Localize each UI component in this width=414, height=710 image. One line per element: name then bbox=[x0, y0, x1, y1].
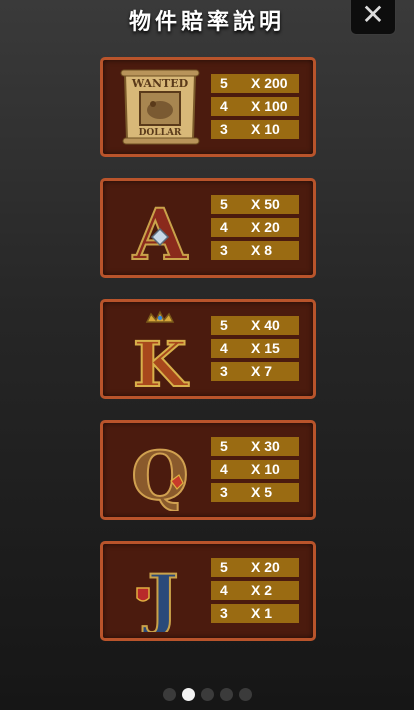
payout-table: 5 X 200 4 X 100 3 X 10 bbox=[211, 74, 299, 143]
close-icon: ✕ bbox=[361, 0, 385, 31]
payout-row: 5 X 50 bbox=[211, 195, 299, 214]
payout-count: 4 bbox=[220, 461, 228, 477]
payout-multiplier: X 50 bbox=[251, 196, 280, 212]
payout-row: 4 X 20 bbox=[211, 218, 299, 237]
payout-table: 5 X 40 4 X 15 3 X 7 bbox=[211, 316, 299, 385]
symbol-card-letter-a: A 5 X 50 4 X 20 3 X 8 bbox=[100, 178, 316, 278]
wanted-poster-icon: WANTED DOLLAR bbox=[120, 69, 200, 145]
payout-multiplier: X 30 bbox=[251, 438, 280, 454]
payout-multiplier: X 40 bbox=[251, 317, 280, 333]
page-dot-1[interactable] bbox=[162, 688, 176, 701]
payout-count: 4 bbox=[220, 219, 228, 235]
payout-multiplier: X 10 bbox=[251, 461, 280, 477]
payout-count: 4 bbox=[220, 340, 228, 356]
payout-count: 5 bbox=[220, 317, 228, 333]
letter-a-icon: A bbox=[131, 192, 190, 269]
payout-multiplier: X 7 bbox=[251, 363, 273, 379]
payout-count: 5 bbox=[220, 196, 228, 212]
symbol-card-wanted-poster: WANTED DOLLAR 5 X 200 4 X 100 3 X 10 bbox=[100, 57, 316, 157]
page-dot-5[interactable] bbox=[238, 688, 252, 701]
payout-multiplier: X 2 bbox=[251, 582, 273, 598]
payout-count: 3 bbox=[220, 605, 228, 621]
payout-count: 5 bbox=[220, 438, 228, 454]
payout-row: 5 X 200 bbox=[211, 74, 299, 93]
payout-row: 4 X 100 bbox=[211, 97, 299, 116]
payout-count: 3 bbox=[220, 484, 228, 500]
close-button[interactable]: ✕ bbox=[350, 0, 396, 35]
symbol-card-letter-k: K 5 X 40 4 X 15 3 X 7 bbox=[100, 299, 316, 399]
symbol-card-letter-q: Q 5 X 30 4 X 10 3 X 5 bbox=[100, 420, 316, 520]
payout-row: 4 X 2 bbox=[211, 581, 299, 600]
letter-k-glyph: K bbox=[133, 328, 189, 390]
payout-table: 5 X 30 4 X 10 3 X 5 bbox=[211, 437, 299, 506]
letter-q-icon: Q bbox=[130, 436, 190, 511]
payout-row: 5 X 30 bbox=[211, 437, 299, 456]
payout-count: 5 bbox=[220, 559, 228, 575]
payout-multiplier: X 8 bbox=[251, 242, 273, 258]
payout-row: 3 X 1 bbox=[211, 604, 299, 623]
payout-multiplier: X 15 bbox=[251, 340, 280, 356]
payout-count: 4 bbox=[220, 98, 228, 114]
page-dot-2[interactable] bbox=[181, 688, 195, 701]
payout-row: 3 X 7 bbox=[211, 362, 299, 381]
payout-row: 3 X 5 bbox=[211, 483, 299, 502]
payout-count: 3 bbox=[220, 363, 228, 379]
payout-row: 3 X 10 bbox=[211, 120, 299, 139]
payout-row: 5 X 40 bbox=[211, 316, 299, 335]
letter-k-icon: K bbox=[132, 310, 190, 390]
poster-bottom-text: DOLLAR bbox=[139, 128, 182, 138]
payout-count: 3 bbox=[220, 242, 228, 258]
payout-table: 5 X 50 4 X 20 3 X 8 bbox=[211, 195, 299, 264]
letter-q-glyph: Q bbox=[131, 437, 189, 511]
payout-multiplier: X 5 bbox=[251, 484, 273, 500]
letter-j-icon: J bbox=[136, 559, 180, 632]
payout-multiplier: X 10 bbox=[251, 121, 280, 137]
symbol-card-letter-j: J 5 X 20 4 X 2 3 X 1 bbox=[100, 541, 316, 641]
payout-count: 5 bbox=[220, 75, 228, 91]
payout-count: 3 bbox=[220, 121, 228, 137]
page-dot-4[interactable] bbox=[219, 688, 233, 701]
payout-multiplier: X 100 bbox=[251, 98, 288, 114]
payout-multiplier: X 200 bbox=[251, 75, 288, 91]
payout-multiplier: X 20 bbox=[251, 559, 280, 575]
page-indicator bbox=[0, 684, 414, 703]
payout-row: 5 X 20 bbox=[211, 558, 299, 577]
payout-count: 4 bbox=[220, 582, 228, 598]
payout-row: 4 X 10 bbox=[211, 460, 299, 479]
payout-multiplier: X 20 bbox=[251, 219, 280, 235]
payout-multiplier: X 1 bbox=[251, 605, 273, 621]
poster-top-text: WANTED bbox=[131, 77, 189, 90]
page-dot-3[interactable] bbox=[200, 688, 214, 701]
payout-row: 4 X 15 bbox=[211, 339, 299, 358]
payout-table: 5 X 20 4 X 2 3 X 1 bbox=[211, 558, 299, 627]
payout-row: 3 X 8 bbox=[211, 241, 299, 260]
